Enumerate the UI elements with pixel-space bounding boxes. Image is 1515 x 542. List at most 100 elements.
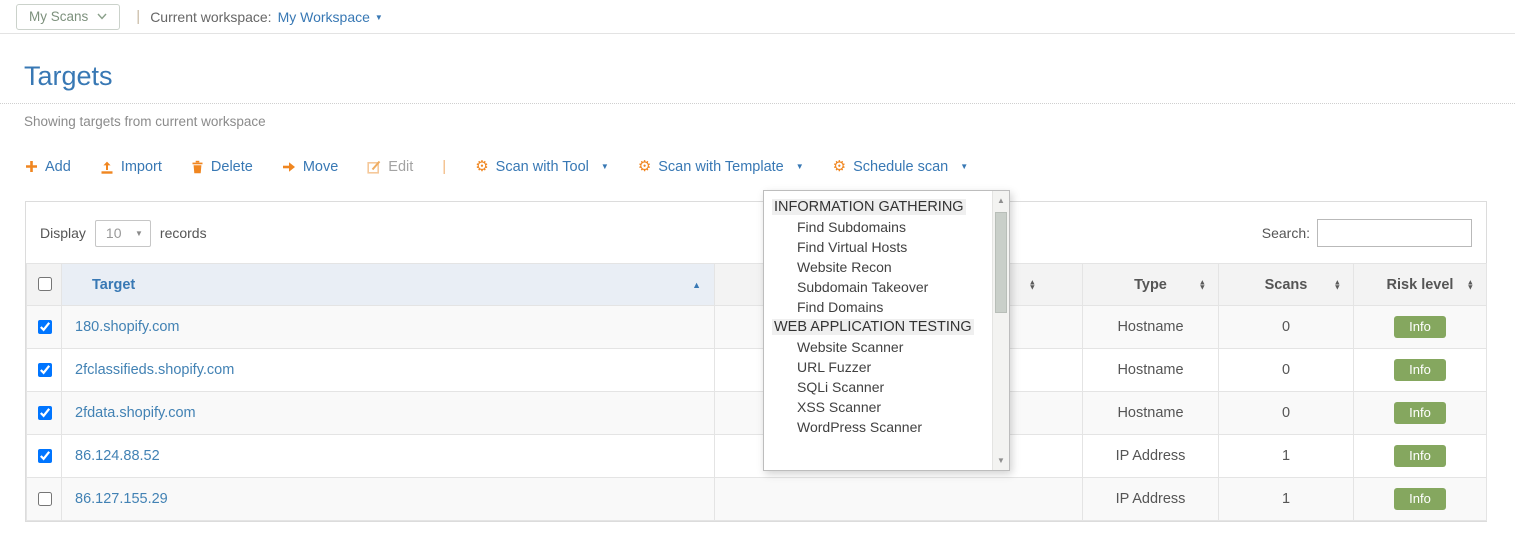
- gear-icon: ⚙: [638, 159, 651, 174]
- records-per-page-select[interactable]: 10 ▼: [95, 220, 151, 247]
- target-cell: 2fclassifieds.shopify.com: [62, 349, 715, 392]
- row-checkbox-cell: [27, 349, 62, 392]
- dropdown-item[interactable]: Find Subdomains: [764, 217, 992, 237]
- risk-level-cell: Info: [1354, 478, 1487, 521]
- risk-level-cell: Info: [1354, 435, 1487, 478]
- sort-icon: ▲▼: [1199, 279, 1206, 290]
- edit-button[interactable]: Edit: [367, 159, 413, 175]
- dropdown-item[interactable]: Find Domains: [764, 297, 992, 317]
- type-cell: Hostname: [1083, 306, 1219, 349]
- plus-icon: [25, 160, 38, 173]
- risk-level-badge: Info: [1394, 488, 1446, 510]
- caret-down-icon: ▼: [960, 162, 968, 171]
- move-button[interactable]: Move: [282, 159, 338, 175]
- my-scans-dropdown-button[interactable]: My Scans: [16, 4, 120, 30]
- my-scans-label: My Scans: [29, 9, 88, 24]
- dropdown-item[interactable]: SQLi Scanner: [764, 377, 992, 397]
- scan-with-template-dropdown-button[interactable]: ⚙ Scan with Template ▼: [638, 159, 804, 175]
- scans-cell: 0: [1219, 392, 1354, 435]
- risk-level-cell: Info: [1354, 306, 1487, 349]
- actions-toolbar: Add Import Delete Move Edit | ⚙ Sc: [25, 158, 1515, 175]
- row-checkbox[interactable]: [38, 492, 52, 506]
- search-input[interactable]: [1317, 219, 1472, 247]
- scrollbar-thumb[interactable]: [995, 212, 1007, 313]
- sort-ascending-icon: ▲: [692, 280, 701, 290]
- scan-with-tool-dropdown-button[interactable]: ⚙ Scan with Tool ▼: [475, 159, 609, 175]
- row-checkbox[interactable]: [38, 320, 52, 334]
- column-header-risk-level[interactable]: Risk level ▲▼: [1354, 264, 1487, 306]
- target-link[interactable]: 180.shopify.com: [75, 319, 180, 335]
- schedule-scan-dropdown-button[interactable]: ⚙ Schedule scan ▼: [833, 159, 969, 175]
- add-button[interactable]: Add: [25, 159, 71, 175]
- target-cell: 86.127.155.29: [62, 478, 715, 521]
- targets-table-body: 180.shopify.com Hostname0 Info 2fclassified…: [27, 306, 1487, 521]
- workspace-name: My Workspace: [278, 9, 370, 25]
- chevron-down-icon: [97, 13, 107, 20]
- workspace-selector[interactable]: My Workspace ▼: [278, 9, 383, 25]
- target-link[interactable]: 86.127.155.29: [75, 491, 168, 507]
- gear-icon: ⚙: [475, 159, 488, 174]
- gear-icon: ⚙: [833, 159, 846, 174]
- risk-level-badge: Info: [1394, 316, 1446, 338]
- risk-level-badge: Info: [1394, 445, 1446, 467]
- scans-cell: 1: [1219, 478, 1354, 521]
- edit-icon: [367, 160, 381, 174]
- row-checkbox-cell: [27, 435, 62, 478]
- top-bar: My Scans | Current workspace: My Workspa…: [0, 0, 1515, 34]
- type-cell: IP Address: [1083, 435, 1219, 478]
- scan-tools-dropdown: INFORMATION GATHERINGFind SubdomainsFind…: [763, 190, 1010, 471]
- column-header-target[interactable]: Target ▲: [62, 264, 715, 306]
- table-row: 86.124.88.52 IP Address1 Info: [27, 435, 1487, 478]
- target-link[interactable]: 2fclassifieds.shopify.com: [75, 362, 234, 378]
- table-controls: Display 10 ▼ records Search:: [26, 202, 1486, 263]
- table-header-row: Target ▲ ▲▼ Type ▲▼ Scans ▲▼ Risk level …: [27, 264, 1487, 306]
- target-cell: 180.shopify.com: [62, 306, 715, 349]
- row-checkbox-cell: [27, 392, 62, 435]
- sort-icon: ▲▼: [1334, 279, 1341, 290]
- select-all-header-cell: [27, 264, 62, 306]
- caret-down-icon: ▼: [375, 13, 383, 22]
- scans-cell: 0: [1219, 349, 1354, 392]
- row-checkbox[interactable]: [38, 406, 52, 420]
- dropdown-item[interactable]: Find Virtual Hosts: [764, 237, 992, 257]
- delete-button[interactable]: Delete: [191, 159, 253, 175]
- hidden-column-cell: [715, 478, 1083, 521]
- row-checkbox[interactable]: [38, 449, 52, 463]
- dropdown-item[interactable]: Website Scanner: [764, 337, 992, 357]
- dropdown-item[interactable]: WordPress Scanner: [764, 417, 992, 437]
- target-cell: 86.124.88.52: [62, 435, 715, 478]
- page-title: Targets: [24, 61, 1515, 92]
- dropdown-scrollbar[interactable]: ▲ ▼: [992, 191, 1009, 470]
- records-per-page-value: 10: [106, 225, 122, 241]
- column-header-type[interactable]: Type ▲▼: [1083, 264, 1219, 306]
- scan-tools-dropdown-list: INFORMATION GATHERINGFind SubdomainsFind…: [764, 197, 992, 437]
- row-checkbox-cell: [27, 306, 62, 349]
- scans-cell: 1: [1219, 435, 1354, 478]
- dropdown-item[interactable]: Subdomain Takeover: [764, 277, 992, 297]
- topbar-separator: |: [136, 8, 140, 25]
- dropdown-item[interactable]: Website Recon: [764, 257, 992, 277]
- dropdown-section-header: INFORMATION GATHERING: [764, 197, 992, 217]
- targets-table: Target ▲ ▲▼ Type ▲▼ Scans ▲▼ Risk level …: [26, 263, 1487, 521]
- target-link[interactable]: 2fdata.shopify.com: [75, 405, 196, 421]
- targets-table-card: Display 10 ▼ records Search: Target: [25, 201, 1487, 522]
- workspace-label: Current workspace:: [150, 9, 271, 25]
- row-checkbox-cell: [27, 478, 62, 521]
- target-link[interactable]: 86.124.88.52: [75, 448, 160, 464]
- select-all-checkbox[interactable]: [38, 277, 52, 291]
- dropdown-item[interactable]: URL Fuzzer: [764, 357, 992, 377]
- table-row: 180.shopify.comHostname0Info: [27, 306, 1487, 349]
- search-label: Search:: [1262, 225, 1310, 241]
- row-checkbox[interactable]: [38, 363, 52, 377]
- caret-down-icon: ▼: [601, 162, 609, 171]
- dropdown-item[interactable]: XSS Scanner: [764, 397, 992, 417]
- sort-icon: ▲▼: [1467, 279, 1474, 290]
- table-row: 2fdata.shopify.comHostname0Info: [27, 392, 1487, 435]
- scroll-down-icon[interactable]: ▼: [993, 456, 1009, 465]
- upload-icon: [100, 160, 114, 174]
- dropdown-section-header: WEB APPLICATION TESTING: [764, 317, 992, 337]
- scroll-up-icon[interactable]: ▲: [993, 196, 1009, 205]
- trash-icon: [191, 160, 204, 174]
- import-button[interactable]: Import: [100, 159, 162, 175]
- column-header-scans[interactable]: Scans ▲▼: [1219, 264, 1354, 306]
